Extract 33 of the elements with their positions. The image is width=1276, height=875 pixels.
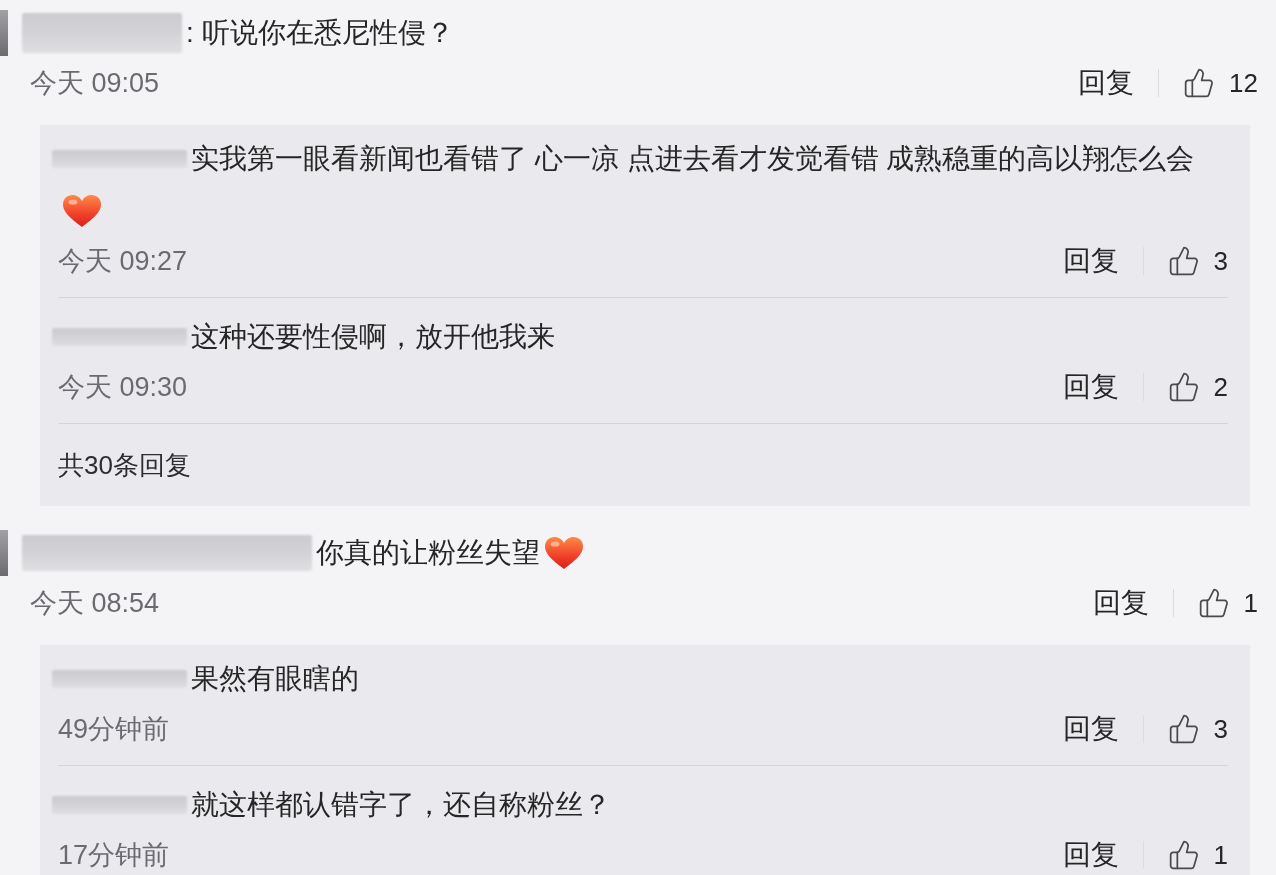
reply-time: 49分钟前 [58,714,170,744]
like-button[interactable]: 1 [1167,839,1228,871]
comment-text: 你真的让粉丝失望 [316,536,540,570]
reply-time: 17分钟前 [58,840,170,870]
more-replies-link[interactable]: 共30条回复 [58,445,191,485]
reply-text: 实我第一眼看新闻也看错了 心一凉 点进去看才发觉看错 成熟稳重的高以翔怎么会 [191,142,1195,176]
like-button[interactable]: 2 [1167,371,1228,403]
reply-time: 今天 09:27 [58,246,188,276]
reply-text: 果然有眼瞎的 [191,662,359,696]
thumbs-up-icon [1197,587,1230,619]
thumbs-up-icon [1167,371,1200,403]
reply-text: 这种还要性侵啊，放开他我来 [191,320,555,354]
thumbs-up-icon [1167,839,1200,871]
comment-time: 今天 08:54 [29,588,160,618]
comment-time: 今天 09:05 [29,68,160,98]
like-button[interactable]: 3 [1167,713,1228,745]
reply-time: 今天 09:30 [58,372,188,402]
thumbs-up-icon [1167,245,1200,277]
reply-button[interactable]: 回复 [1078,68,1135,98]
reply-button[interactable]: 回复 [1062,372,1119,402]
reply-button[interactable]: 回复 [1062,714,1119,744]
avatar-placeholder [0,530,8,576]
like-button[interactable]: 3 [1167,245,1228,277]
thumbs-up-icon [1183,67,1216,99]
comment-text: : 听说你在悉尼性侵？ [186,16,454,50]
avatar-placeholder [0,10,8,56]
reply-button[interactable]: 回复 [1062,246,1119,276]
like-button[interactable]: 12 [1183,67,1258,99]
reply-button[interactable]: 回复 [1062,840,1119,870]
reply-button[interactable]: 回复 [1092,588,1149,618]
reply-text: 就这样都认错字了，还自称粉丝？ [191,788,611,822]
like-button[interactable]: 1 [1197,587,1258,619]
thumbs-up-icon [1167,713,1200,745]
